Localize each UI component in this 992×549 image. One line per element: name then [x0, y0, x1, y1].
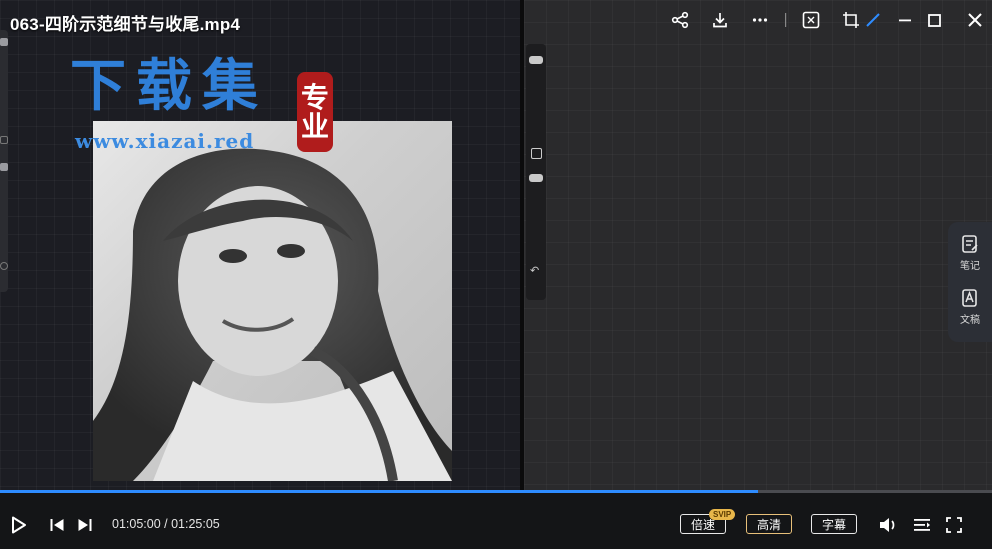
watermark-seal: 专 业 [297, 72, 333, 152]
video-frame[interactable]: 图库 🔧 ✎ S ↗ [0, 0, 992, 490]
transcript-icon [962, 289, 977, 307]
close-icon[interactable] [963, 10, 987, 30]
next-button[interactable] [75, 515, 95, 535]
left-brush-slider-rail [0, 30, 8, 292]
player-controls: 01:05:00 / 01:25:05 倍速 高清 字幕 [0, 490, 992, 549]
portrait-painting-left [93, 121, 452, 481]
quality-label: 高清 [756, 517, 781, 532]
time-separator: / [160, 517, 172, 531]
svip-badge: SVIP [709, 509, 736, 520]
brush-size-knob-right [529, 56, 543, 64]
play-button[interactable] [9, 515, 29, 535]
playlist-button[interactable] [912, 515, 932, 535]
notes-icon [962, 235, 978, 253]
pin-icon[interactable] [862, 10, 884, 30]
progress-fill [0, 490, 758, 493]
undo-arrow-icon: ↶ [530, 265, 540, 277]
share-icon[interactable] [669, 10, 691, 30]
more-icon[interactable] [749, 10, 771, 30]
progress-bar[interactable] [0, 490, 992, 493]
skip-back-icon [50, 519, 64, 531]
subtitle-label: 字幕 [821, 517, 846, 532]
portrait-image [93, 148, 452, 481]
mini-window-icon[interactable] [840, 10, 862, 30]
seal-char-2: 业 [300, 110, 329, 143]
volume-icon [880, 518, 895, 532]
quality-button[interactable]: 高清 [746, 514, 792, 534]
right-brush-slider-rail: ↶ [526, 44, 546, 300]
transcript-button[interactable]: 文稿 [948, 288, 992, 326]
undo-icon [0, 262, 8, 270]
screen-capture-icon[interactable] [800, 10, 822, 30]
right-video-pane: 图库 🔧 ✎ S ↗ [524, 0, 992, 490]
opacity-knob-right [529, 174, 543, 182]
current-time: 01:05:00 [112, 517, 161, 531]
skip-forward-icon [78, 519, 92, 531]
previous-button[interactable] [47, 515, 67, 535]
notes-label: 笔记 [960, 261, 980, 272]
subtitle-button[interactable]: 字幕 [811, 514, 857, 534]
total-duration: 01:25:05 [171, 517, 220, 531]
notes-button[interactable]: 笔记 [948, 234, 992, 272]
modify-square-icon [531, 148, 542, 159]
video-title: 063-四阶示范细节与收尾.mp4 [10, 15, 241, 34]
restore-icon[interactable] [924, 10, 946, 30]
volume-button[interactable] [878, 515, 898, 535]
transcript-label: 文稿 [960, 315, 980, 326]
download-icon[interactable] [709, 10, 731, 30]
seal-char-1: 专 [300, 80, 329, 114]
watermark-text: 下载集 [70, 53, 268, 119]
playlist-icon [914, 519, 930, 531]
watermark-url: www.xiazai.red [75, 129, 255, 153]
opacity-knob [0, 163, 8, 171]
modify-button-icon [0, 136, 8, 144]
toolbar-separator [782, 10, 790, 30]
fullscreen-button[interactable] [944, 515, 964, 535]
side-panel: 笔记 文稿 [948, 222, 992, 342]
play-icon [12, 516, 26, 534]
minimize-icon[interactable] [894, 10, 916, 30]
fullscreen-icon [946, 517, 962, 533]
time-display: 01:05:00 / 01:25:05 [112, 517, 220, 531]
brush-size-knob [0, 38, 8, 46]
